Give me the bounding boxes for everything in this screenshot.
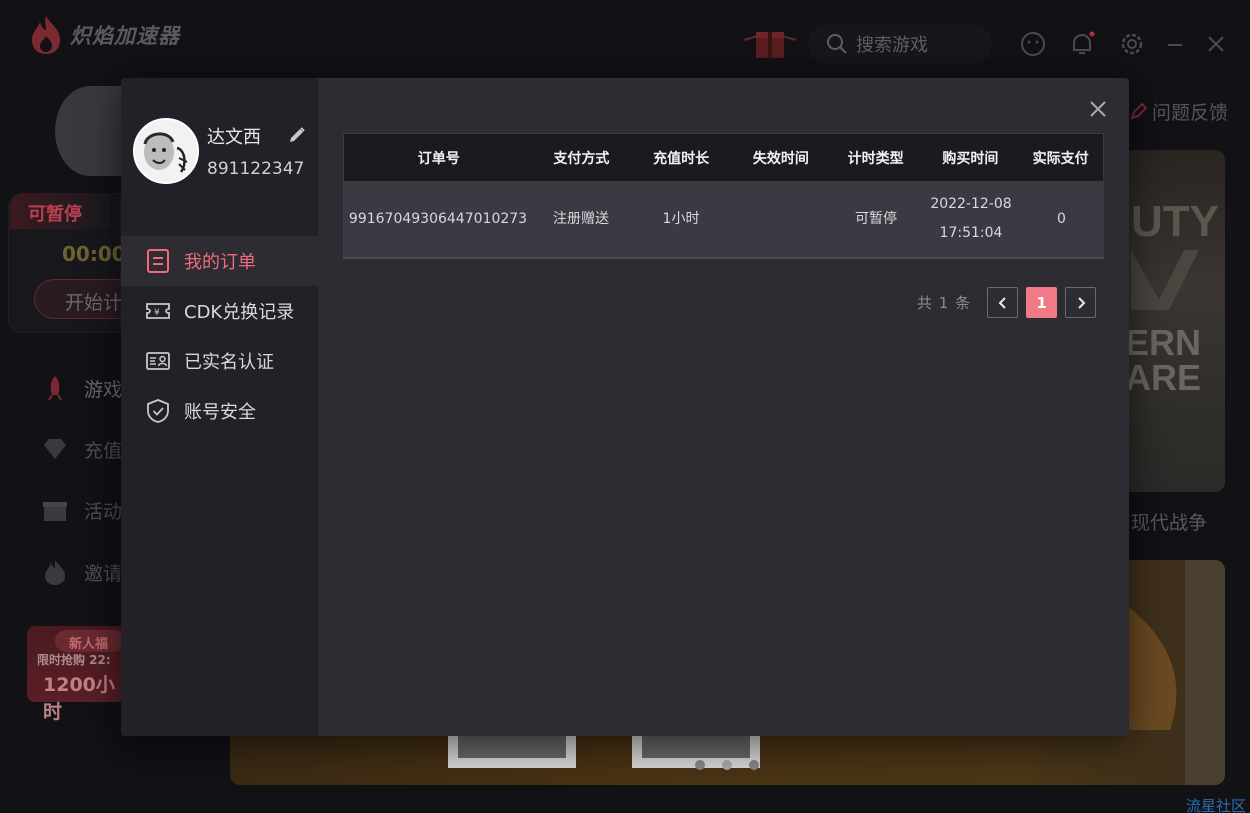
pause-tag: 可暂停 (10, 193, 110, 229)
gift-box-icon[interactable] (742, 26, 798, 62)
header-buy-time: 购买时间 (942, 150, 999, 167)
feedback-label: 问题反馈 (1152, 102, 1229, 124)
app-logo-text: 炽焰加速器 (70, 24, 180, 48)
chevron-right-icon (1077, 296, 1086, 309)
promo-line-1: 限时抢购 22: (37, 653, 111, 667)
header-order-no: 订单号 (417, 150, 460, 167)
watermark-text: 流星社区 (1186, 797, 1247, 813)
svg-text:¥: ¥ (154, 308, 160, 318)
avatar-face (135, 120, 197, 182)
refresh-face-icon[interactable] (1019, 30, 1047, 58)
window-close-icon[interactable] (1206, 34, 1226, 54)
table-row[interactable]: 99167049306447010273 注册赠送 1小时 可暂停 2022-1… (343, 181, 1104, 259)
modal-menu: 我的订单 ¥ CDK兑换记录 已实名认证 账号安全 (121, 236, 318, 436)
gear-icon[interactable] (1118, 30, 1146, 58)
menu-item-my-orders[interactable]: 我的订单 (121, 236, 318, 286)
cell-pay-method: 注册赠送 (553, 210, 609, 227)
promo-tag: 新人福 (55, 630, 125, 652)
cell-paid: 0 (1057, 210, 1066, 227)
nav-item-activity[interactable]: 活动 (40, 495, 122, 525)
nav-item-games[interactable]: 游戏 (40, 373, 122, 403)
id-card-icon (145, 348, 171, 374)
svg-text:UTY: UTY (1131, 197, 1219, 246)
feedback-pen-icon (1130, 102, 1148, 120)
menu-item-label: 我的订单 (184, 252, 256, 273)
nav-label: 邀请 (84, 562, 123, 585)
nav-item-recharge[interactable]: 充值 (40, 434, 122, 464)
svg-text:ARE: ARE (1129, 357, 1201, 398)
rocket-icon (48, 376, 62, 401)
nav-item-invite[interactable]: 邀请 (40, 557, 122, 587)
ticket-icon: ¥ (145, 298, 171, 324)
header-duration: 充值时长 (653, 150, 710, 167)
orders-table: 订单号 支付方式 充值时长 失效时间 计时类型 购买时间 实际支付 991670… (343, 133, 1104, 259)
header-pay-method: 支付方式 (553, 150, 610, 167)
nav-label: 充值 (84, 439, 123, 462)
chevron-left-icon (998, 296, 1006, 309)
user-avatar[interactable] (133, 118, 199, 184)
flame-logo-icon (32, 16, 60, 54)
modal-close-icon[interactable] (1089, 100, 1107, 118)
pagination-total: 共 1 条 (917, 294, 972, 312)
menu-item-account-security[interactable]: 账号安全 (121, 386, 318, 436)
promo-card[interactable]: 新人福 限时抢购 22: 1200小时 (27, 626, 127, 723)
search-icon (827, 34, 847, 54)
gift-icon (43, 502, 67, 521)
game-card-image[interactable]: UTY ERN ARE (1129, 150, 1225, 492)
nav-label: 活动 (84, 500, 123, 523)
prev-page-button[interactable] (987, 287, 1019, 318)
menu-item-label: 已实名认证 (184, 352, 274, 373)
pagination: 共 1 条 1 (917, 287, 1097, 318)
cell-buy-time-line: 17:51:04 (939, 225, 1003, 241)
diamond-icon (44, 439, 66, 459)
next-page-button[interactable] (1065, 287, 1097, 318)
page-number-current[interactable]: 1 (1026, 287, 1058, 318)
flame-icon (45, 560, 65, 585)
cell-order-no: 99167049306447010273 (348, 210, 528, 227)
shield-icon (145, 398, 171, 424)
cell-buy-time: 2022-12-08 17:51:04 (923, 190, 1019, 248)
order-icon (145, 248, 171, 274)
menu-item-label: CDK兑换记录 (184, 302, 295, 323)
pencil-edit-icon[interactable] (288, 126, 306, 144)
search-placeholder: 搜索游戏 (856, 35, 928, 56)
header-paid: 实际支付 (1032, 150, 1089, 167)
title-bar: 炽焰加速器 搜索游戏 (0, 0, 1250, 78)
header-timer-type: 计时类型 (847, 150, 904, 167)
minimize-button[interactable] (1168, 44, 1182, 46)
game-card-title: 现代战争 (1131, 512, 1208, 534)
cell-timer-type: 可暂停 (855, 210, 897, 227)
nav-label: 游戏 (84, 378, 123, 401)
menu-item-cdk-records[interactable]: ¥ CDK兑换记录 (121, 286, 318, 336)
account-modal: 达文西 891122347 我的订单 ¥ CDK兑换记录 已实名认证 账号安全 … (121, 78, 1129, 736)
start-timer-button[interactable]: 开始计 (34, 279, 134, 319)
menu-item-label: 账号安全 (184, 402, 256, 423)
table-header: 订单号 支付方式 充值时长 失效时间 计时类型 购买时间 实际支付 (343, 133, 1104, 181)
header-expire-time: 失效时间 (752, 150, 809, 167)
menu-item-realname-verified[interactable]: 已实名认证 (121, 336, 318, 386)
bell-icon[interactable] (1068, 30, 1096, 58)
background-avatar (55, 86, 125, 176)
feedback-link[interactable]: 问题反馈 (1128, 98, 1228, 125)
user-profile: 达文西 891122347 (133, 118, 304, 184)
cell-duration: 1小时 (662, 210, 700, 227)
cell-buy-date-line: 2022-12-08 (930, 196, 1012, 212)
user-id: 891122347 (207, 159, 305, 179)
promo-line-2: 1200小时 (43, 674, 115, 723)
app-logo: 炽焰加速器 (28, 14, 180, 56)
game-art: UTY ERN ARE (1129, 197, 1219, 398)
search-box[interactable]: 搜索游戏 (808, 24, 992, 64)
modal-sidebar: 达文西 891122347 我的订单 ¥ CDK兑换记录 已实名认证 账号安全 (121, 78, 318, 736)
